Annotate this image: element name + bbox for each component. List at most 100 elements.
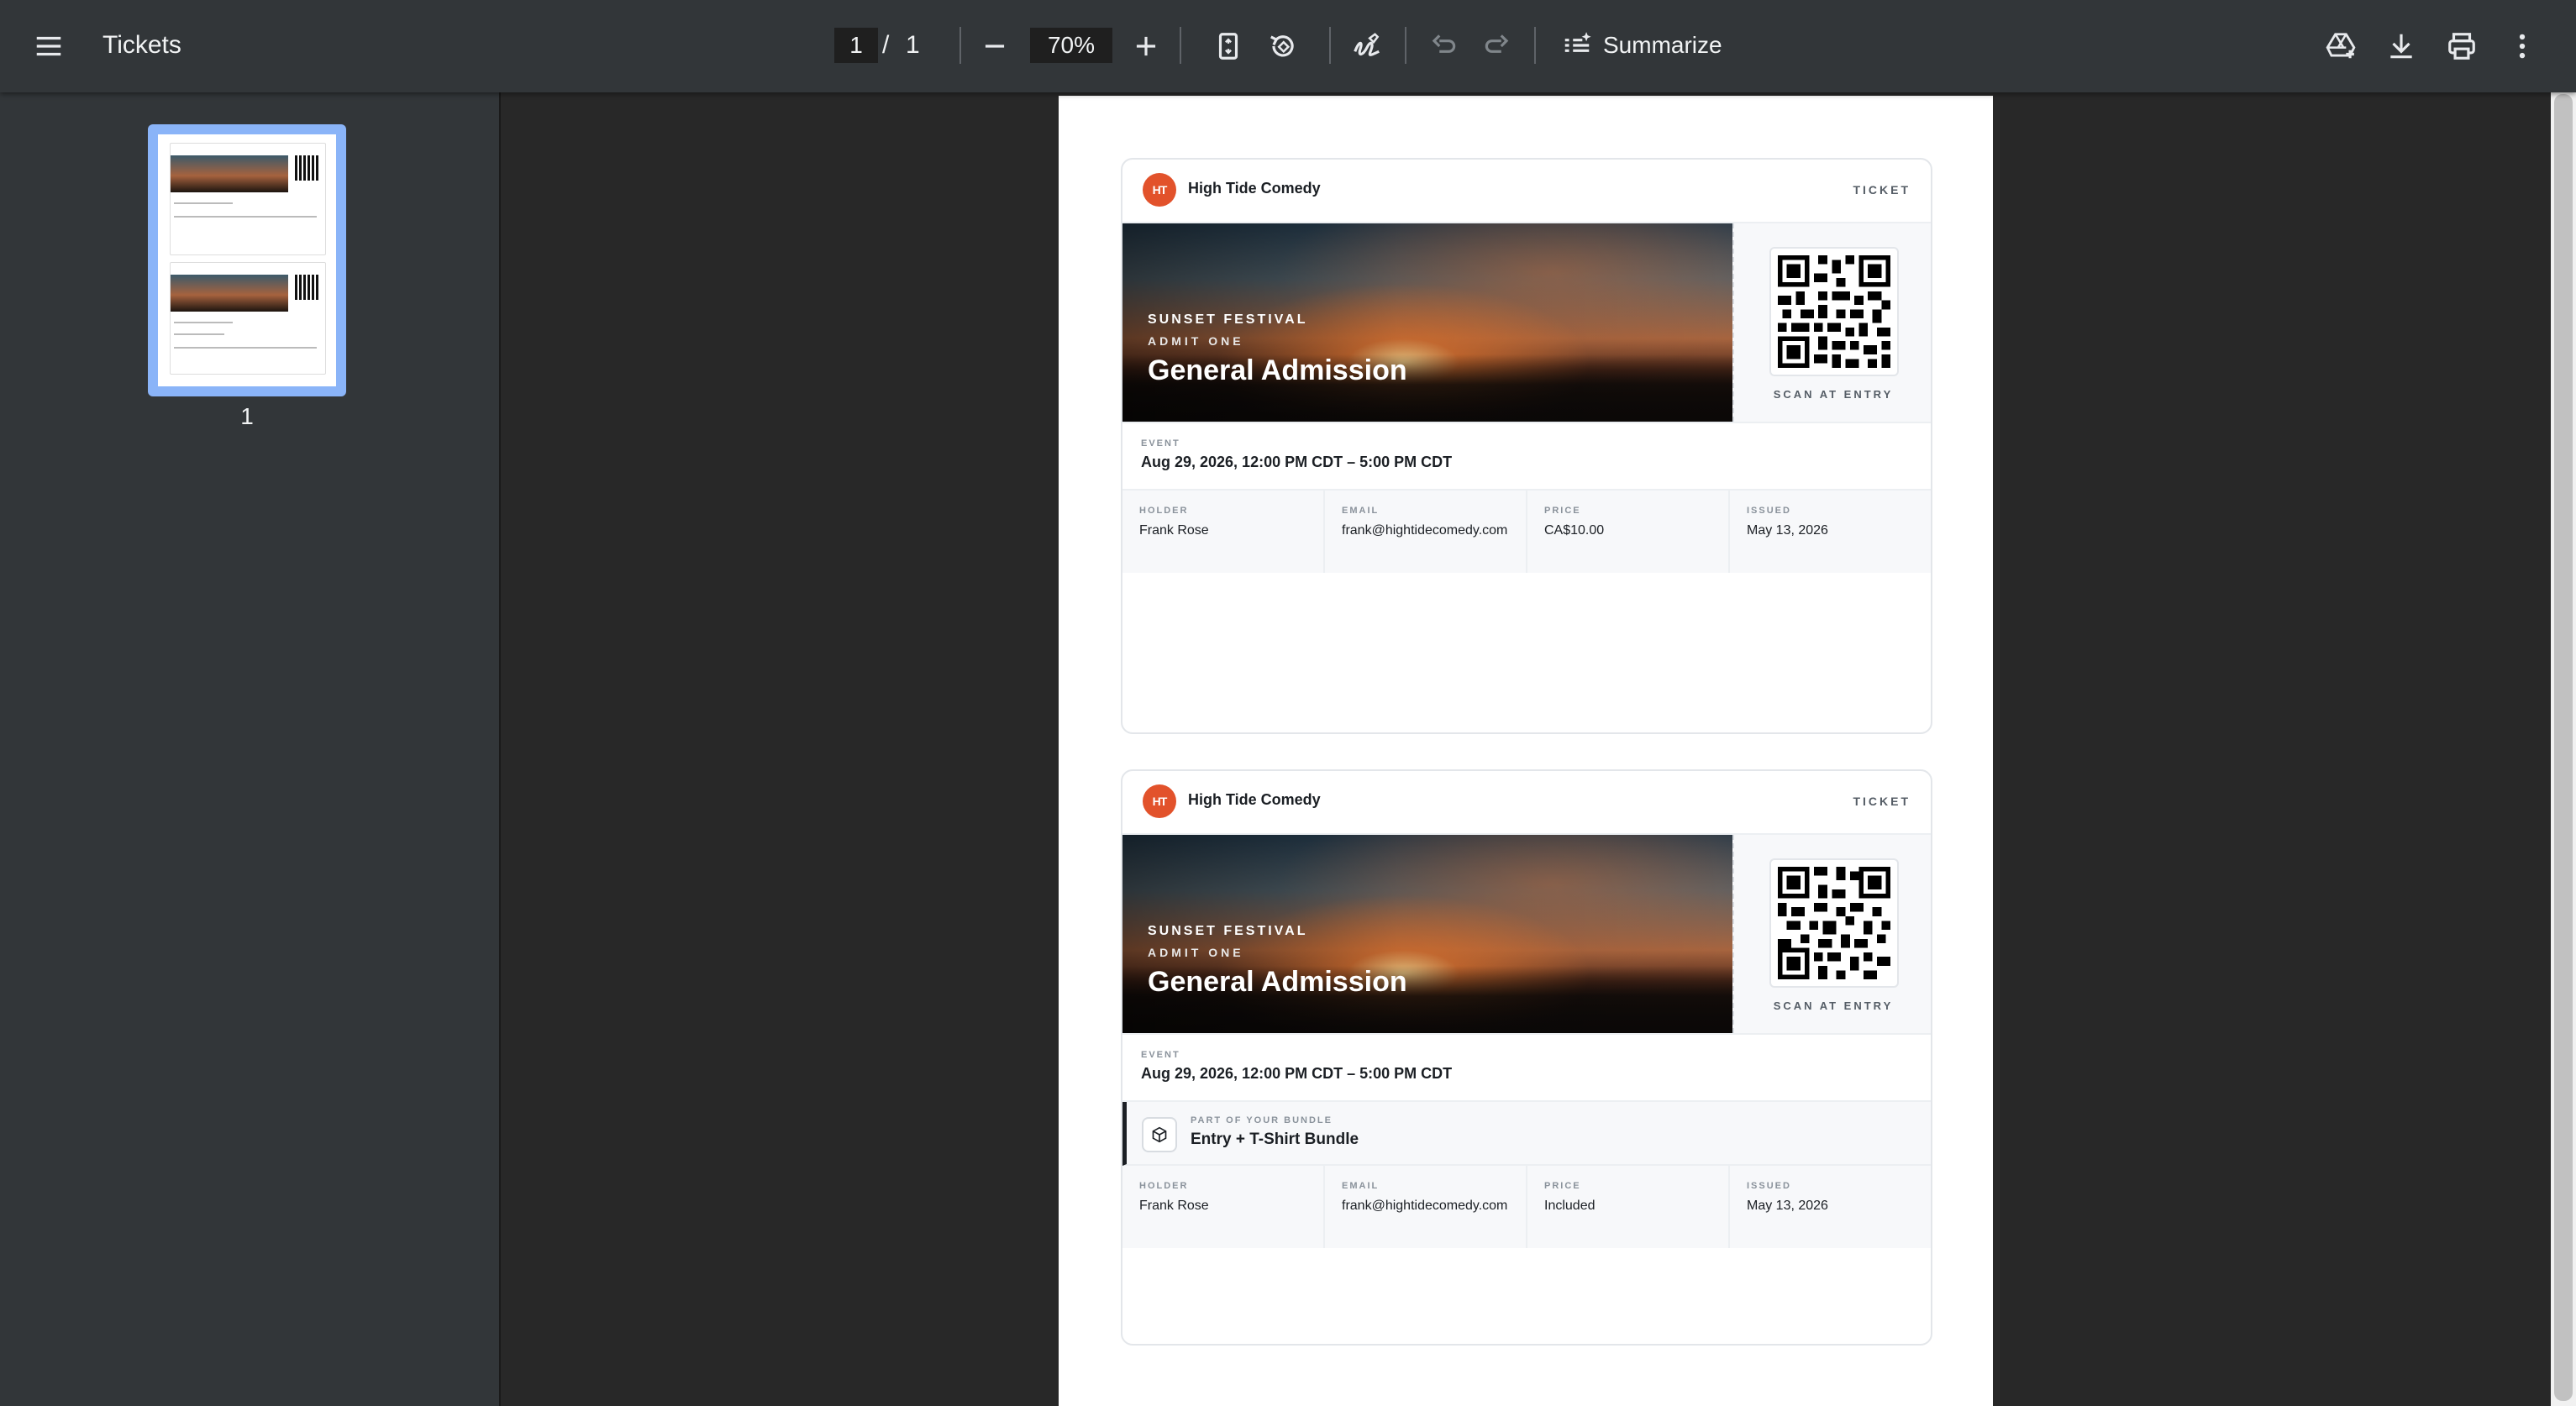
more-vertical-icon <box>2519 34 2526 59</box>
toolbar-divider <box>1534 27 1536 64</box>
ticket-card: HT High Tide Comedy TICKET SUNSET FESTIV… <box>1121 158 1932 734</box>
email-value: frank@hightidecomedy.com <box>1342 523 1508 538</box>
document-viewer: HT High Tide Comedy TICKET SUNSET FESTIV… <box>501 92 2551 1406</box>
ticket-header: HT High Tide Comedy TICKET <box>1122 160 1931 223</box>
thumbnail-page-number: 1 <box>240 403 254 429</box>
festival-name: SUNSET FESTIVAL <box>1148 924 1308 938</box>
brand-name: High Tide Comedy <box>1188 180 1321 197</box>
price-value: CA$10.00 <box>1544 523 1605 538</box>
download-button[interactable] <box>2374 19 2428 73</box>
qr-code-icon <box>1778 867 1890 979</box>
pdf-page: HT High Tide Comedy TICKET SUNSET FESTIV… <box>1059 96 1993 1406</box>
ticket-hero: SUNSET FESTIVAL ADMIT ONE General Admiss… <box>1122 835 1931 1033</box>
save-to-drive-button[interactable] <box>2314 19 2368 73</box>
draw-icon <box>1354 33 1380 56</box>
issued-value: May 13, 2026 <box>1747 1199 1828 1213</box>
toolbar-divider <box>1405 27 1406 64</box>
event-datetime: Aug 29, 2026, 12:00 PM CDT – 5:00 PM CDT <box>1141 1065 1453 1082</box>
bundle-name: Entry + T-Shirt Bundle <box>1191 1131 1359 1148</box>
admit-label: ADMIT ONE <box>1148 334 1244 348</box>
zoom-out-button[interactable] <box>968 19 1022 73</box>
rotate-icon <box>1270 35 1294 57</box>
thumbnail-sidebar: 1 <box>0 92 501 1406</box>
page-number-input[interactable]: 1 <box>834 28 878 63</box>
issued-label: ISSUED <box>1747 506 1791 516</box>
summarize-button[interactable]: Summarize <box>1561 22 1722 69</box>
holder-cell: HOLDER Frank Rose <box>1122 1166 1325 1248</box>
scan-at-entry-caption: SCAN AT ENTRY <box>1773 999 1894 1012</box>
event-label: EVENT <box>1141 438 1180 449</box>
holder-label: HOLDER <box>1139 1181 1189 1191</box>
brand-logo: HT <box>1143 784 1176 818</box>
ticket-type-title: General Admission <box>1148 354 1407 386</box>
qr-code-icon <box>1778 255 1890 368</box>
annotate-button[interactable] <box>1340 19 1394 73</box>
ticket-info-row: HOLDER Frank Rose EMAIL frank@hightideco… <box>1122 491 1931 573</box>
rotate-button[interactable] <box>1256 19 1310 73</box>
zoom-in-button[interactable] <box>1119 19 1173 73</box>
thumbnail-page-preview <box>158 134 336 386</box>
email-cell: EMAIL frank@hightidecomedy.com <box>1325 1166 1527 1248</box>
more-options-button[interactable] <box>2495 19 2549 73</box>
print-button[interactable] <box>2435 19 2489 73</box>
summarize-icon <box>1564 32 1591 52</box>
holder-value: Frank Rose <box>1139 1199 1209 1213</box>
festival-name: SUNSET FESTIVAL <box>1148 312 1308 327</box>
toolbar-divider <box>1180 27 1181 64</box>
toolbar-divider <box>1329 27 1331 64</box>
ticket-card: HT High Tide Comedy TICKET SUNSET FESTIV… <box>1121 769 1932 1346</box>
email-value: frank@hightidecomedy.com <box>1342 1199 1508 1213</box>
brand-logo: HT <box>1143 173 1176 207</box>
vertical-scrollbar[interactable] <box>2551 92 2576 1406</box>
event-section: EVENT Aug 29, 2026, 12:00 PM CDT – 5:00 … <box>1122 422 1931 491</box>
plus-icon <box>1136 36 1156 56</box>
fit-page-icon <box>1218 33 1238 60</box>
ticket-type-title: General Admission <box>1148 966 1407 998</box>
fit-page-button[interactable] <box>1201 19 1255 73</box>
bundle-label: PART OF YOUR BUNDLE <box>1191 1115 1333 1125</box>
ticket-header: HT High Tide Comedy TICKET <box>1122 771 1931 835</box>
holder-label: HOLDER <box>1139 506 1189 516</box>
issued-value: May 13, 2026 <box>1747 523 1828 538</box>
qr-code <box>1769 858 1899 988</box>
save-to-drive-icon <box>2326 33 2356 59</box>
undo-icon <box>1432 34 1456 53</box>
price-label: PRICE <box>1544 506 1581 516</box>
print-icon <box>2448 33 2475 60</box>
page-total: 1 <box>906 31 920 59</box>
qr-panel: SCAN AT ENTRY <box>1732 835 1931 1033</box>
minus-icon <box>985 45 1005 48</box>
ticket-label: TICKET <box>1853 183 1911 197</box>
issued-cell: ISSUED May 13, 2026 <box>1730 491 1931 573</box>
hero-image: SUNSET FESTIVAL ADMIT ONE General Admiss… <box>1122 835 1732 1033</box>
redo-button[interactable] <box>1470 19 1524 73</box>
ticket-hero: SUNSET FESTIVAL ADMIT ONE General Admiss… <box>1122 223 1931 422</box>
qr-panel: SCAN AT ENTRY <box>1732 223 1931 422</box>
hero-image: SUNSET FESTIVAL ADMIT ONE General Admiss… <box>1122 223 1732 422</box>
scan-at-entry-caption: SCAN AT ENTRY <box>1773 388 1894 401</box>
admit-label: ADMIT ONE <box>1148 946 1244 959</box>
email-label: EMAIL <box>1342 1181 1380 1191</box>
undo-button[interactable] <box>1417 19 1470 73</box>
zoom-level-input[interactable]: 70% <box>1030 28 1112 63</box>
summarize-label: Summarize <box>1603 32 1722 58</box>
pdf-toolbar: Tickets 1 / 1 70% Summarize <box>0 0 2576 92</box>
price-label: PRICE <box>1544 1181 1581 1191</box>
scrollbar-thumb[interactable] <box>2554 94 2573 1401</box>
thumbnail-ticket-preview <box>170 143 326 255</box>
page-separator: / <box>882 31 890 59</box>
email-label: EMAIL <box>1342 506 1380 516</box>
email-cell: EMAIL frank@hightidecomedy.com <box>1325 491 1527 573</box>
qr-code <box>1769 247 1899 376</box>
event-datetime: Aug 29, 2026, 12:00 PM CDT – 5:00 PM CDT <box>1141 454 1453 470</box>
event-section: EVENT Aug 29, 2026, 12:00 PM CDT – 5:00 … <box>1122 1033 1931 1102</box>
redo-icon <box>1485 34 1509 53</box>
page-thumbnail[interactable] <box>148 124 346 396</box>
ticket-label: TICKET <box>1853 795 1911 808</box>
menu-icon <box>36 36 61 56</box>
document-title: Tickets <box>103 31 181 59</box>
ticket-info-row: HOLDER Frank Rose EMAIL frank@hightideco… <box>1122 1166 1931 1248</box>
price-cell: PRICE CA$10.00 <box>1527 491 1730 573</box>
bundle-icon-box <box>1142 1117 1177 1152</box>
menu-button[interactable] <box>22 19 76 73</box>
